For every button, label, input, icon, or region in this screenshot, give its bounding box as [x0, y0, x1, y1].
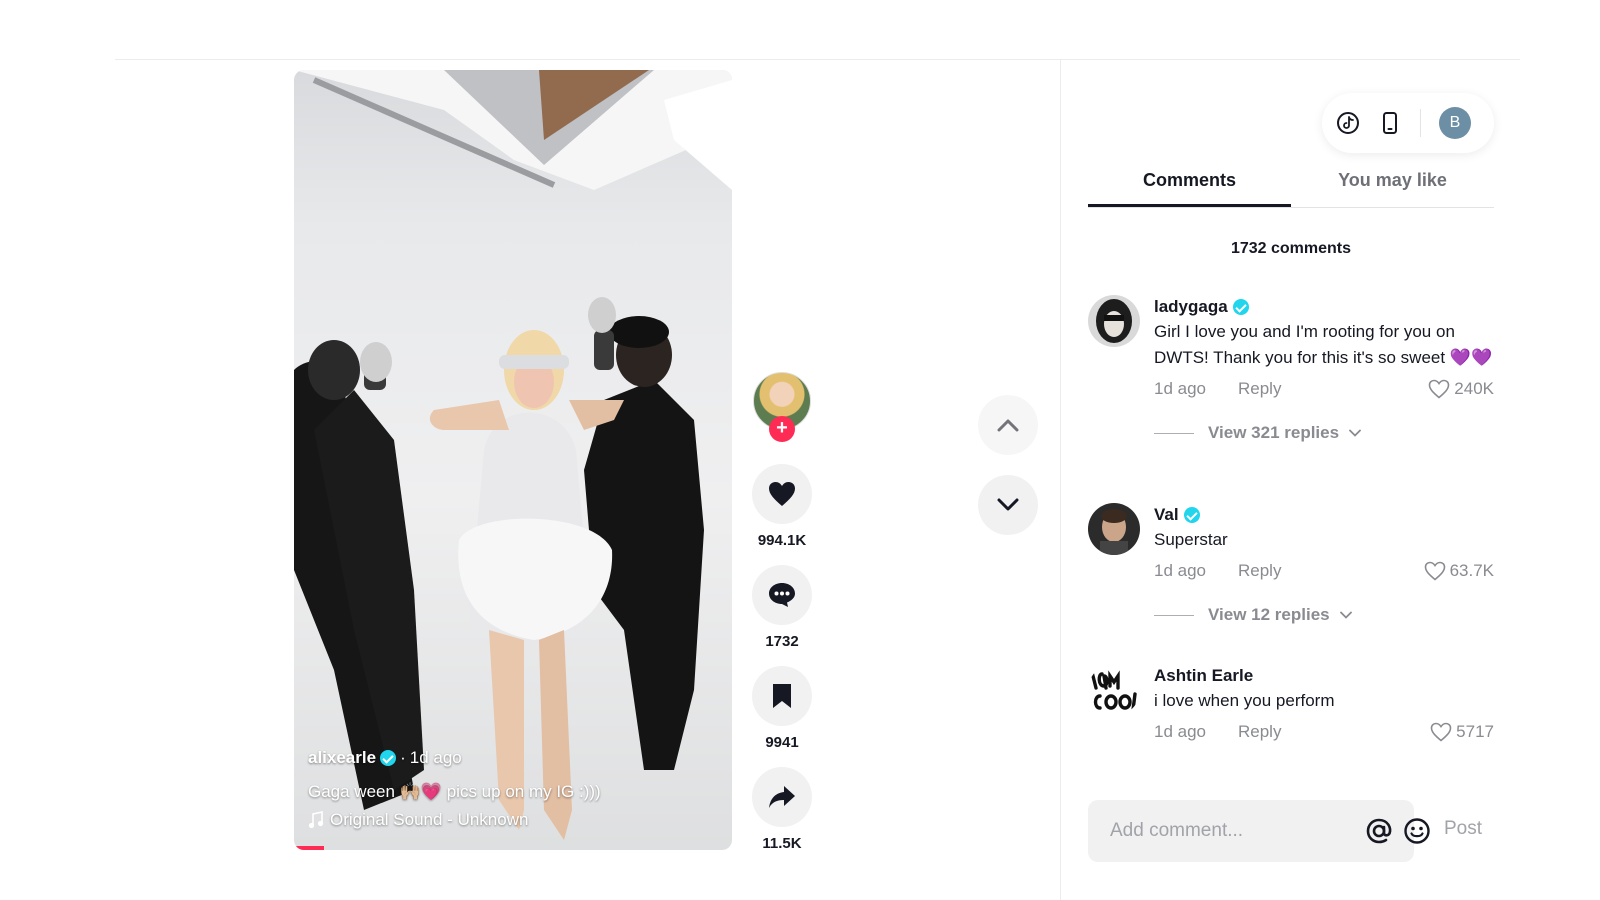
post-button[interactable]: Post [1444, 818, 1482, 840]
video-progress-bar[interactable] [294, 846, 324, 850]
verified-icon [1232, 299, 1249, 315]
comment-text: i love when you perform [1154, 691, 1335, 710]
music-title: Original Sound - Unknown [330, 810, 529, 829]
comments-total: 1732 comments [1230, 240, 1352, 257]
avatar[interactable] [1088, 295, 1140, 347]
chevron-down-icon [1339, 611, 1352, 619]
user-avatar[interactable]: B [1439, 107, 1471, 139]
comment-time: 1d ago [1154, 379, 1206, 398]
view-replies-button[interactable]: View 321 replies [1154, 423, 1494, 443]
verified-icon [380, 750, 397, 766]
comment-author-row: Ashtin Earle [1154, 664, 1494, 688]
toolbar-separator [1420, 109, 1421, 137]
video-frame [294, 70, 732, 840]
commenter-avatar [1088, 503, 1140, 555]
creator-avatar[interactable]: + [753, 372, 811, 442]
heart-outline-icon [1428, 379, 1450, 399]
like-count: 994.1K [757, 532, 807, 549]
comment-author[interactable]: Val [1154, 505, 1179, 525]
commenter-avatar [1088, 295, 1140, 347]
heart-outline-icon [1424, 561, 1445, 581]
comment-meta: 1d ago Reply 5717 [1154, 720, 1494, 744]
comment-input[interactable] [1110, 820, 1355, 842]
video-posted-time: 1d ago [409, 748, 462, 767]
reply-button[interactable]: Reply [1238, 561, 1281, 581]
top-toolbar: B [1322, 93, 1494, 153]
save-count: 9941 [765, 734, 799, 751]
previous-video-button[interactable] [978, 395, 1038, 455]
avatar[interactable] [1088, 503, 1140, 555]
comment-icon [769, 583, 795, 607]
like-button[interactable] [752, 464, 812, 524]
comment-like-count: 5717 [1456, 722, 1494, 741]
reply-button[interactable]: Reply [1238, 379, 1281, 399]
comment-time: 1d ago [1154, 722, 1206, 741]
comment-author-row: ladygaga [1154, 295, 1494, 319]
emoji-icon [1404, 818, 1430, 844]
heart-icon [769, 482, 795, 506]
video-player[interactable]: ••• alixearle · 1d ago Gaga ween 🙌🏼💗 pic… [294, 70, 732, 850]
comment-count: 1732 [765, 633, 799, 650]
comment-like-button[interactable]: 63.7K [1424, 561, 1494, 581]
save-button[interactable] [752, 666, 812, 726]
comment-like-button[interactable]: 240K [1428, 379, 1494, 399]
comment-like-count: 240K [1454, 379, 1494, 398]
verified-icon [1183, 507, 1200, 523]
video-caption: Gaga ween 🙌🏼💗 pics up on my IG :))) [308, 782, 601, 801]
chevron-up-icon [997, 419, 1019, 432]
mention-button[interactable] [1365, 816, 1393, 846]
comment-meta: 1d ago Reply 240K [1154, 377, 1494, 401]
comment-text: Superstar [1154, 530, 1228, 549]
video-music[interactable]: Original Sound - Unknown [308, 810, 718, 830]
chevron-down-icon [1349, 429, 1361, 437]
reply-button[interactable]: Reply [1238, 722, 1281, 742]
panel-tabs: Comments You may like [1088, 168, 1494, 208]
view-replies-label: View 321 replies [1208, 423, 1340, 442]
next-video-button[interactable] [978, 475, 1038, 535]
video-meta: alixearle · 1d ago Gaga ween 🙌🏼💗 pics up… [308, 748, 718, 830]
comment-author-row: Val [1154, 503, 1494, 527]
music-note-icon [308, 811, 324, 829]
comment-composer [1088, 800, 1430, 862]
comment-text: Girl I love you and I'm rooting for you … [1154, 322, 1493, 367]
comment-time: 1d ago [1154, 561, 1206, 580]
video-author[interactable]: alixearle [308, 748, 376, 768]
share-count: 11.5K [762, 835, 802, 852]
comment-author[interactable]: Ashtin Earle [1154, 666, 1253, 686]
tab-comments[interactable]: Comments [1088, 168, 1291, 207]
avatar[interactable] [1088, 664, 1140, 716]
view-replies-button[interactable]: View 12 replies [1154, 605, 1494, 625]
share-icon [769, 786, 795, 808]
panel-divider [1060, 59, 1061, 900]
more-options-icon[interactable]: ••• [688, 84, 714, 110]
tab-you-may-like[interactable]: You may like [1291, 168, 1494, 207]
meta-separator: · [400, 748, 406, 767]
replies-divider [1154, 614, 1194, 616]
comment-button[interactable] [752, 565, 812, 625]
follow-button[interactable]: + [769, 416, 795, 442]
phone-icon[interactable] [1378, 111, 1402, 135]
top-divider [115, 59, 1520, 60]
heart-outline-icon [1430, 722, 1452, 742]
replies-divider [1154, 432, 1194, 434]
chevron-down-icon [997, 498, 1019, 511]
comment-author[interactable]: ladygaga [1154, 297, 1228, 317]
tiktok-icon[interactable] [1336, 111, 1360, 135]
video-author-row: alixearle · 1d ago [308, 748, 718, 768]
bookmark-icon [773, 684, 791, 708]
video-actions: + 994.1K 1732 9941 11.5K [752, 372, 812, 868]
commenter-avatar [1088, 664, 1140, 716]
comment-like-button[interactable]: 5717 [1430, 722, 1494, 742]
comment-like-count: 63.7K [1449, 561, 1494, 580]
emoji-button[interactable] [1403, 816, 1431, 846]
at-sign-icon [1366, 818, 1392, 844]
comment-meta: 1d ago Reply 63.7K [1154, 559, 1494, 583]
view-replies-label: View 12 replies [1208, 605, 1330, 624]
share-button[interactable] [752, 767, 812, 827]
